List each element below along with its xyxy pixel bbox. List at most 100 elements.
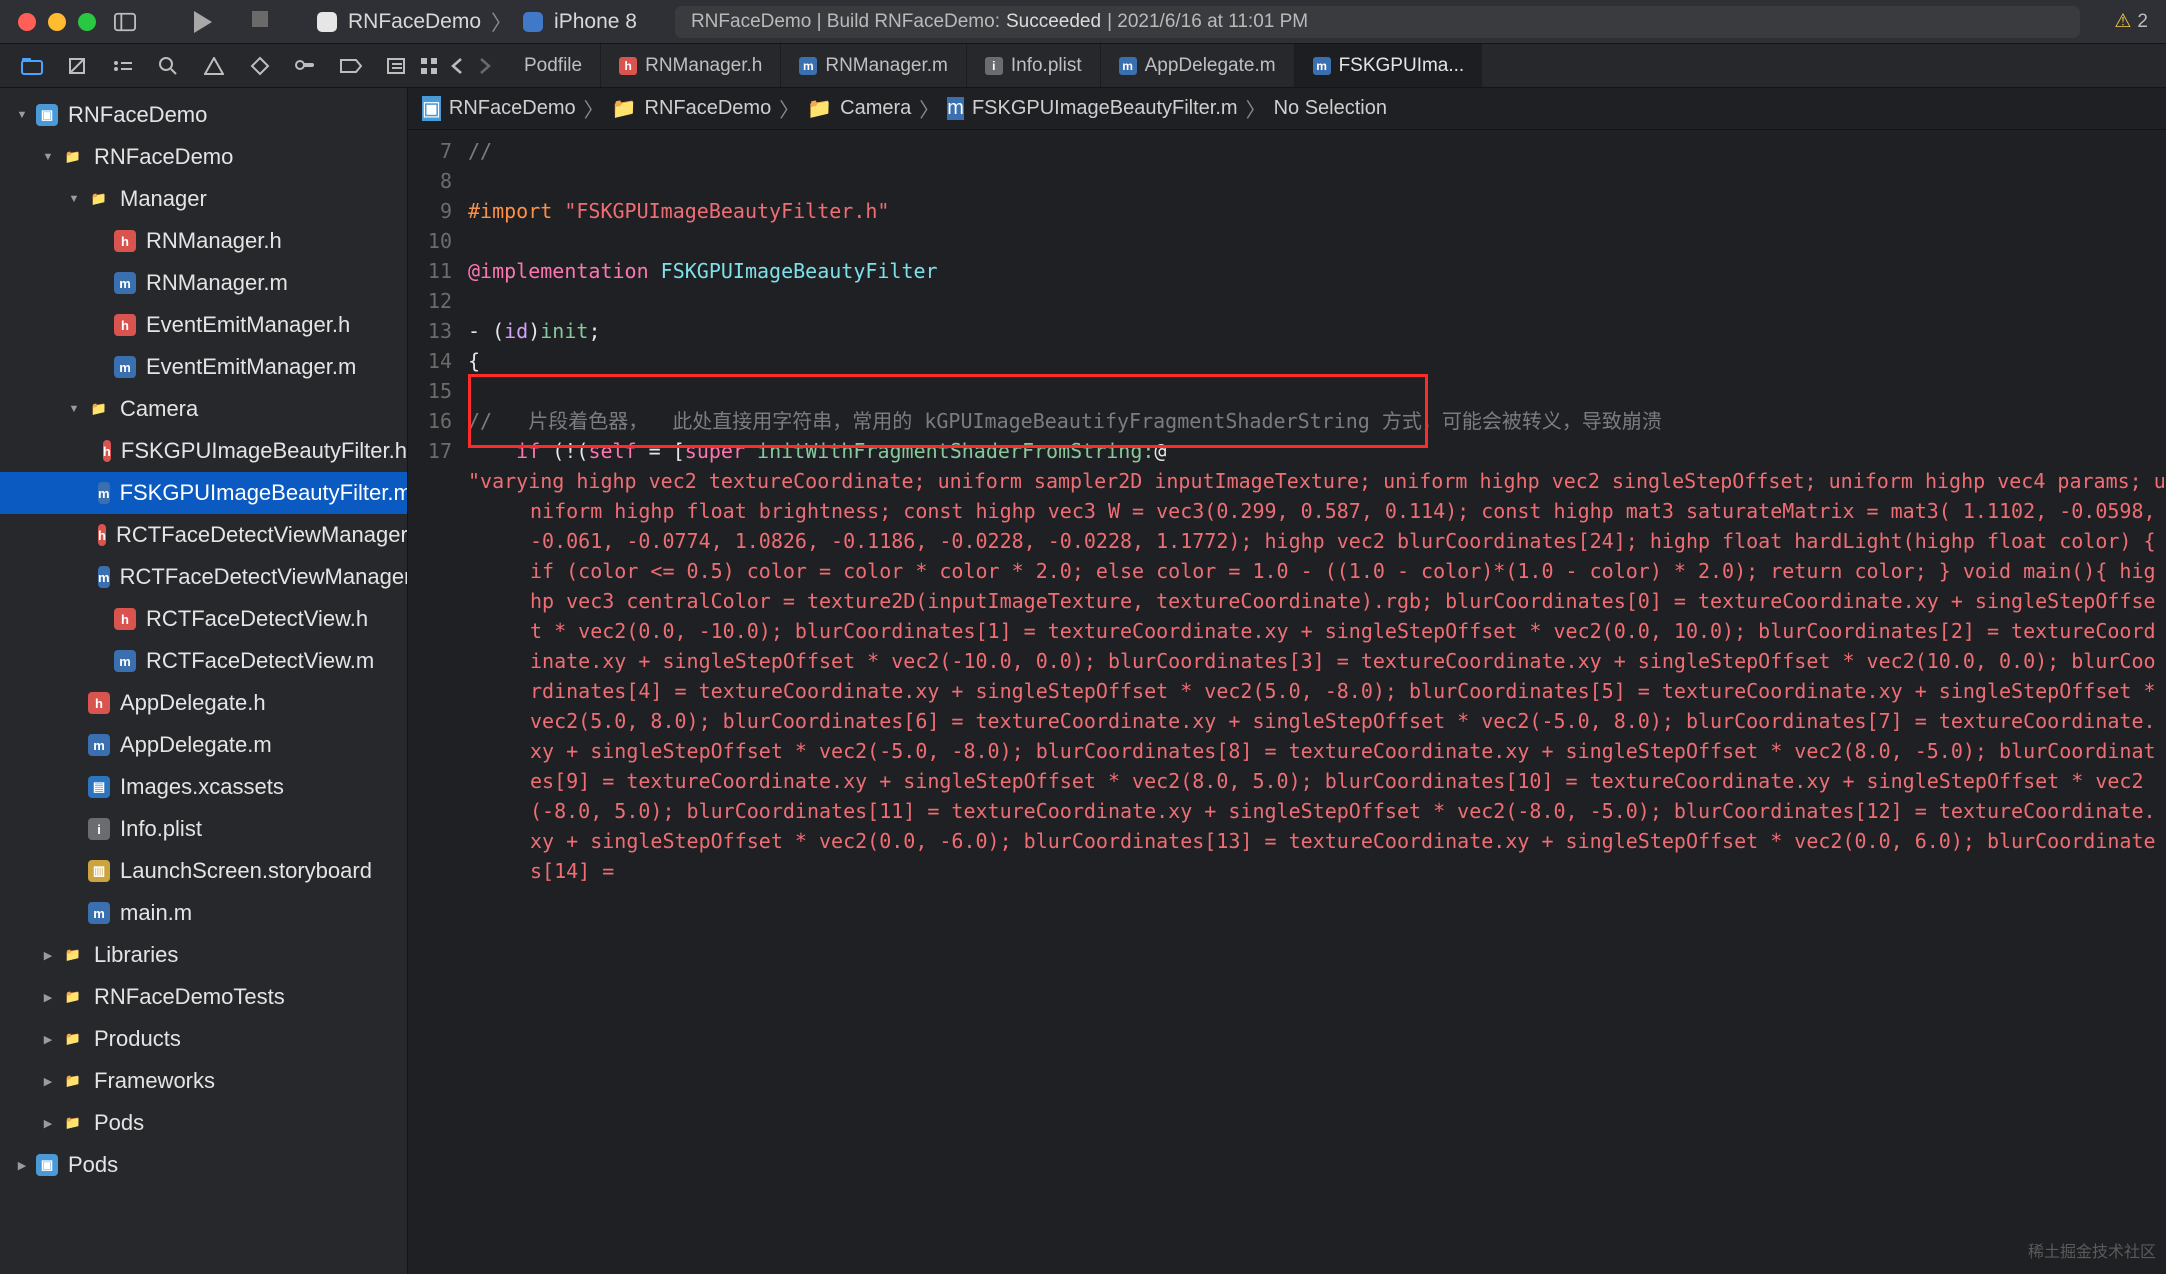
disclosure-icon[interactable]: ▶: [40, 949, 56, 962]
breakpoints-icon[interactable]: [339, 54, 363, 78]
run-button[interactable]: [194, 11, 212, 33]
minimize-window-button[interactable]: [48, 13, 66, 31]
file-m-icon: m: [88, 734, 110, 756]
crumb-4[interactable]: No Selection: [1274, 97, 1387, 120]
code-span: - (: [468, 319, 504, 343]
code-span: self: [588, 439, 636, 463]
source-control-icon[interactable]: [66, 54, 90, 78]
symbols-icon[interactable]: [111, 54, 135, 78]
chevron-right-icon: 〉: [779, 94, 799, 123]
project-navigator-icon[interactable]: [20, 54, 44, 78]
related-items-icon[interactable]: [418, 55, 440, 77]
tree-item[interactable]: mAppDelegate.m: [0, 724, 407, 766]
activity-viewer[interactable]: RNFaceDemo | Build RNFaceDemo: Succeeded…: [675, 6, 2080, 38]
warning-icon: ⚠︎: [2114, 10, 2131, 33]
folder-icon: 📁: [62, 944, 84, 966]
zoom-window-button[interactable]: [78, 13, 96, 31]
tree-item[interactable]: ▤Images.xcassets: [0, 766, 407, 808]
code-editor[interactable]: 7891011121314151617 // #import "FSKGPUIm…: [408, 130, 2166, 1274]
disclosure-icon[interactable]: ▼: [66, 193, 82, 205]
chevron-right-icon: 〉: [1246, 94, 1266, 123]
watermark: 稀土掘金技术社区: [2028, 1238, 2156, 1268]
issues-icon[interactable]: [202, 54, 226, 78]
tree-item[interactable]: mmain.m: [0, 892, 407, 934]
disclosure-icon[interactable]: ▶: [40, 1075, 56, 1088]
tree-item[interactable]: mFSKGPUImageBeautyFilter.m: [0, 472, 407, 514]
debug-icon[interactable]: [293, 54, 317, 78]
tree-item[interactable]: hEventEmitManager.h: [0, 304, 407, 346]
code-body[interactable]: // #import "FSKGPUImageBeautyFilter.h" @…: [468, 130, 2166, 1274]
disclosure-icon[interactable]: ▶: [40, 991, 56, 1004]
crumb-1[interactable]: RNFaceDemo: [645, 97, 772, 120]
disclosure-icon[interactable]: ▼: [14, 109, 30, 121]
tree-item-label: RCTFaceDetectViewManager.h: [116, 522, 408, 548]
disclosure-icon[interactable]: ▼: [66, 403, 82, 415]
tree-item[interactable]: hFSKGPUImageBeautyFilter.h: [0, 430, 407, 472]
tree-item[interactable]: ▼📁Manager: [0, 178, 407, 220]
tree-item[interactable]: ▶📁Frameworks: [0, 1060, 407, 1102]
tree-item-label: main.m: [120, 900, 192, 926]
tree-item[interactable]: mRCTFaceDetectViewManager.m: [0, 556, 407, 598]
tree-item[interactable]: hRNManager.h: [0, 220, 407, 262]
tree-item[interactable]: hRCTFaceDetectView.h: [0, 598, 407, 640]
stop-button[interactable]: [252, 11, 268, 33]
code-span: "FSKGPUImageBeautyFilter.h": [564, 199, 889, 223]
tab-info-plist[interactable]: iInfo.plist: [966, 44, 1100, 87]
tab-podfile[interactable]: Podfile: [506, 44, 600, 87]
tree-item[interactable]: iInfo.plist: [0, 808, 407, 850]
disclosure-icon[interactable]: ▶: [14, 1159, 30, 1172]
tree-item-label: EventEmitManager.h: [146, 312, 350, 338]
sidebar-toggle-icon[interactable]: [114, 11, 136, 33]
code-span: initWithFragmentShaderFromString:: [757, 439, 1154, 463]
tree-item[interactable]: hRCTFaceDetectViewManager.h: [0, 514, 407, 556]
reports-icon[interactable]: [385, 54, 409, 78]
tree-item[interactable]: ▶📁RNFaceDemoTests: [0, 976, 407, 1018]
nav-toolbar: PodfilehRNManager.hmRNManager.miInfo.pli…: [0, 44, 2166, 88]
tree-item[interactable]: mRNManager.m: [0, 262, 407, 304]
app-icon: [316, 11, 338, 33]
close-window-button[interactable]: [18, 13, 36, 31]
tab-rnmanager-h[interactable]: hRNManager.h: [600, 44, 780, 87]
project-navigator[interactable]: ▼▣RNFaceDemo▼📁RNFaceDemo▼📁ManagerhRNMana…: [0, 88, 408, 1274]
tab-appdelegate-m[interactable]: mAppDelegate.m: [1100, 44, 1294, 87]
breadcrumb[interactable]: ▣ RNFaceDemo 〉 📁 RNFaceDemo 〉 📁 Camera 〉…: [408, 88, 2166, 130]
line-number: 16: [408, 406, 452, 436]
tree-item[interactable]: ▼▣RNFaceDemo: [0, 94, 407, 136]
tree-item[interactable]: mEventEmitManager.m: [0, 346, 407, 388]
folder-icon: 📁: [88, 398, 110, 420]
crumb-0[interactable]: RNFaceDemo: [449, 97, 576, 120]
line-number: 13: [408, 316, 452, 346]
back-icon[interactable]: [446, 55, 468, 77]
disclosure-icon[interactable]: ▼: [40, 151, 56, 163]
tests-icon[interactable]: [248, 54, 272, 78]
tab-fskgpuima-[interactable]: mFSKGPUIma...: [1294, 44, 1483, 87]
disclosure-icon[interactable]: ▶: [40, 1033, 56, 1046]
scheme-selector[interactable]: RNFaceDemo 〉 iPhone 8: [316, 7, 637, 37]
tab-rnmanager-m[interactable]: mRNManager.m: [780, 44, 966, 87]
tree-item[interactable]: mRCTFaceDetectView.m: [0, 640, 407, 682]
tree-item[interactable]: ▶📁Products: [0, 1018, 407, 1060]
tree-item[interactable]: ▶▣Pods: [0, 1144, 407, 1186]
editor: ▣ RNFaceDemo 〉 📁 RNFaceDemo 〉 📁 Camera 〉…: [408, 88, 2166, 1274]
find-icon[interactable]: [157, 54, 181, 78]
warnings-indicator[interactable]: ⚠︎ 2: [2114, 10, 2148, 33]
tree-item[interactable]: ▼📁RNFaceDemo: [0, 136, 407, 178]
disclosure-icon[interactable]: ▶: [40, 1117, 56, 1130]
crumb-2[interactable]: Camera: [840, 97, 911, 120]
tree-item[interactable]: ▶📁Libraries: [0, 934, 407, 976]
line-number: 11: [408, 256, 452, 286]
tree-item[interactable]: ▥LaunchScreen.storyboard: [0, 850, 407, 892]
tree-item-label: RCTFaceDetectViewManager.m: [120, 564, 408, 590]
tree-item[interactable]: hAppDelegate.h: [0, 682, 407, 724]
crumb-3[interactable]: FSKGPUImageBeautyFilter.m: [972, 97, 1238, 120]
tree-item-label: Frameworks: [94, 1068, 215, 1094]
tree-item-label: EventEmitManager.m: [146, 354, 356, 380]
plist-icon: i: [88, 818, 110, 840]
tree-item[interactable]: ▶📁Pods: [0, 1102, 407, 1144]
jump-bar-buttons: [408, 44, 506, 87]
tree-item[interactable]: ▼📁Camera: [0, 388, 407, 430]
code-span: "varying highp vec2 textureCoordinate; u…: [468, 466, 2166, 886]
code-span: if: [516, 439, 540, 463]
forward-icon[interactable]: [474, 55, 496, 77]
line-number: 14: [408, 346, 452, 376]
